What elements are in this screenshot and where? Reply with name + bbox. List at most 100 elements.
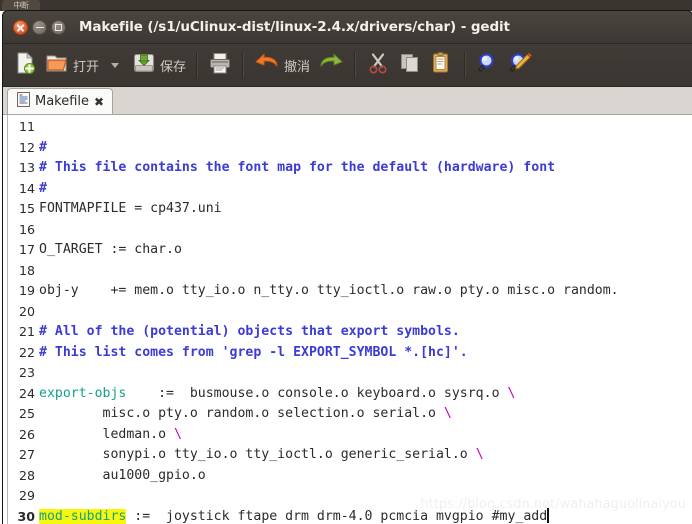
- tab-title: Makefile: [35, 94, 90, 109]
- code-token: sonypi.o tty_io.o tty_ioctl.o generic_se…: [39, 447, 476, 462]
- line-number: 24: [18, 385, 35, 401]
- redo-arrow-icon: [318, 51, 344, 79]
- code-token: # This file contains the font map for th…: [39, 160, 556, 175]
- undo-button-label: 撤消: [284, 59, 311, 75]
- code-token: # This list comes from 'grep -l EXPORT_S…: [39, 344, 468, 360]
- line-text: #: [39, 138, 47, 159]
- code-line[interactable]: 22 # This list comes from 'grep -l EXPORT…: [3, 343, 692, 364]
- find-button[interactable]: [472, 47, 504, 83]
- copy-button[interactable]: [394, 47, 426, 83]
- code-token: ledman.o: [39, 426, 174, 442]
- gedit-window: Makefile (/s1/uClinux-dist/linux-2.4.x/d…: [3, 11, 692, 524]
- open-button-label: 打开: [73, 59, 100, 75]
- clipboard-paste-icon: [430, 51, 454, 79]
- code-token: #: [39, 180, 47, 196]
- print-button[interactable]: [204, 47, 236, 83]
- code-token: # All of the (potential) objects that ex…: [39, 324, 460, 339]
- code-line[interactable]: 27 sonypi.o tty_io.o tty_ioctl.o generic…: [3, 445, 692, 466]
- toolbar-separator-4: [464, 52, 467, 78]
- line-number: 29: [18, 488, 35, 503]
- code-token: #: [39, 139, 47, 155]
- new-document-button[interactable]: [9, 47, 41, 83]
- line-text: misc.o pty.o random.o selection.o serial…: [39, 404, 452, 425]
- code-token: \: [173, 426, 182, 442]
- code-line[interactable]: 14 #: [3, 179, 692, 200]
- code-line[interactable]: 12 #: [3, 138, 692, 159]
- code-editor[interactable]: 11 12 #13 # This file contains the font map…: [3, 115, 692, 524]
- line-number: 25: [18, 406, 35, 421]
- magnifier-icon: [476, 51, 500, 79]
- line-text: sonypi.o tty_io.o tty_ioctl.o generic_se…: [39, 445, 484, 466]
- code-line[interactable]: 13 # This file contains the font map for …: [3, 158, 692, 179]
- line-text: # This list comes from 'grep -l EXPORT_S…: [39, 343, 468, 364]
- line-number: 18: [18, 262, 35, 278]
- line-number: 15: [18, 201, 35, 216]
- toolbar-separator-3: [354, 52, 357, 78]
- redo-button[interactable]: [314, 47, 348, 83]
- maximize-button[interactable]: [51, 19, 66, 35]
- code-line[interactable]: 26 ledman.o \: [3, 425, 692, 446]
- line-number: 12: [18, 139, 35, 155]
- code-line[interactable]: 11: [3, 117, 692, 138]
- line-number: 14: [18, 180, 35, 196]
- replace-button[interactable]: [504, 47, 538, 83]
- line-number: 30: [17, 508, 35, 524]
- line-text: #: [39, 179, 47, 200]
- code-lines[interactable]: 11 12 #13 # This file contains the font map…: [3, 115, 692, 524]
- line-text: O_TARGET := char.o: [39, 240, 182, 261]
- code-line[interactable]: 25 misc.o pty.o random.o selection.o ser…: [3, 404, 692, 425]
- code-token: export-objs: [39, 385, 127, 401]
- tab-makefile[interactable]: Makefile ✖: [7, 88, 114, 114]
- undo-button[interactable]: 撤消: [250, 47, 314, 83]
- line-number: 11: [18, 119, 35, 134]
- paste-button[interactable]: [426, 47, 458, 83]
- code-token: \: [443, 406, 452, 421]
- code-token: \: [475, 447, 484, 462]
- open-dropdown-button[interactable]: [103, 47, 128, 83]
- background-window-strip: 中断: [0, 0, 692, 11]
- undo-arrow-icon: [254, 51, 280, 79]
- watermark-text: https://blog.csdn.net/wahahaguolinaiyou: [420, 497, 686, 512]
- code-line[interactable]: 28 au1000_gpio.o: [3, 466, 692, 487]
- magnifier-pencil-icon: [508, 51, 534, 79]
- code-line[interactable]: 21 # All of the (potential) objects that …: [3, 322, 692, 343]
- cut-button[interactable]: [362, 47, 394, 83]
- code-line[interactable]: 24 export-objs := busmouse.o console.o ke…: [3, 384, 692, 405]
- open-button[interactable]: 打开: [41, 47, 103, 83]
- line-number: 26: [18, 426, 35, 442]
- code-token: mod-subdirs: [39, 508, 127, 524]
- line-number: 13: [18, 160, 35, 175]
- code-line[interactable]: 23: [3, 363, 692, 384]
- code-line[interactable]: 17 O_TARGET := char.o: [3, 240, 692, 261]
- code-token: \: [507, 385, 516, 401]
- copy-icon: [398, 51, 422, 79]
- line-number: 21: [18, 324, 35, 339]
- code-line[interactable]: 18: [3, 261, 692, 282]
- save-button-label: 保存: [160, 59, 187, 75]
- close-button[interactable]: [13, 19, 28, 35]
- line-number: 23: [18, 365, 35, 380]
- save-button[interactable]: 保存: [128, 47, 190, 83]
- line-number: 16: [18, 221, 35, 237]
- tab-close-icon[interactable]: ✖: [94, 96, 104, 108]
- scissors-icon: [366, 51, 390, 79]
- title-bar: Makefile (/s1/uClinux-dist/linux-2.4.x/d…: [3, 11, 692, 44]
- line-text: au1000_gpio.o: [39, 466, 206, 487]
- code-token: misc.o pty.o random.o selection.o serial…: [39, 406, 444, 421]
- window-title: Makefile (/s1/uClinux-dist/linux-2.4.x/d…: [79, 19, 510, 35]
- line-number: 22: [18, 344, 35, 360]
- code-line[interactable]: 20: [3, 302, 692, 323]
- minimize-button[interactable]: [32, 19, 47, 35]
- code-line[interactable]: 15 FONTMAPFILE = cp437.uni: [3, 199, 692, 220]
- line-text: export-objs := busmouse.o console.o keyb…: [39, 384, 515, 405]
- code-line[interactable]: 19 obj-y += mem.o tty_io.o n_tty.o tty_io…: [3, 281, 692, 302]
- code-line[interactable]: 16: [3, 220, 692, 241]
- code-token: au1000_gpio.o: [39, 467, 206, 483]
- line-number: 19: [18, 283, 35, 298]
- save-icon: [132, 51, 156, 79]
- open-folder-icon: [45, 51, 69, 79]
- code-token: O_TARGET := char.o: [39, 242, 182, 257]
- line-number: 17: [18, 242, 35, 257]
- toolbar-separator-2: [242, 52, 245, 78]
- window-controls: [13, 19, 66, 35]
